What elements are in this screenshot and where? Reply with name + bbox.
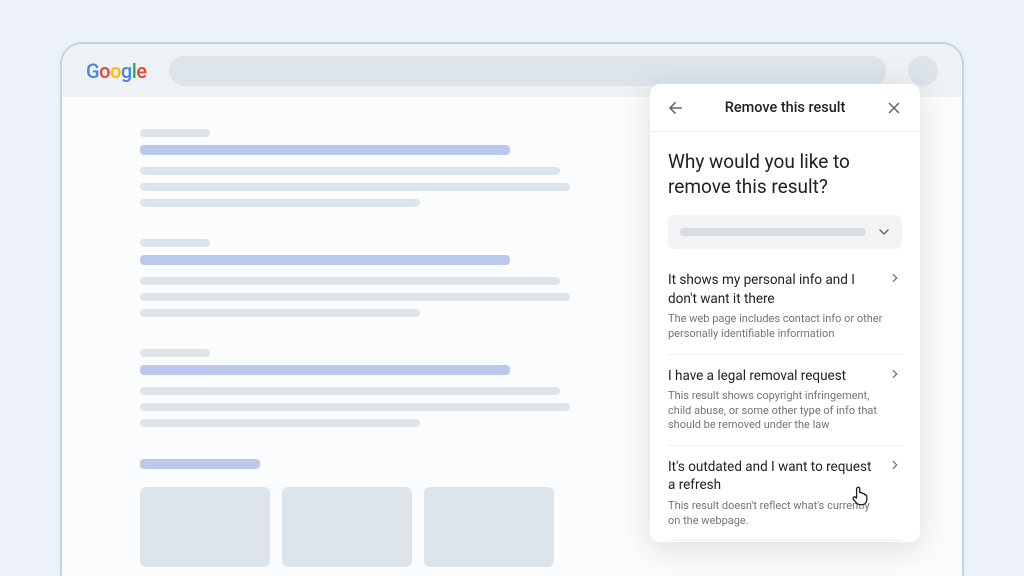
option-legal-request[interactable]: I have a legal removal request This resu… bbox=[668, 355, 902, 447]
option-title: It shows my personal info and I don't wa… bbox=[668, 271, 902, 307]
remove-result-panel: Remove this result Why would you like to… bbox=[650, 84, 920, 542]
option-desc: The web page includes contact info or ot… bbox=[668, 312, 902, 342]
panel-header: Remove this result bbox=[650, 84, 920, 132]
option-title: I have a legal removal request bbox=[668, 367, 902, 385]
chevron-right-icon bbox=[888, 271, 902, 285]
chevron-right-icon bbox=[888, 367, 902, 381]
avatar[interactable] bbox=[908, 56, 938, 86]
search-input[interactable] bbox=[169, 56, 886, 86]
close-icon bbox=[885, 99, 903, 117]
select-placeholder bbox=[680, 228, 866, 236]
option-outdated-refresh[interactable]: It's outdated and I want to request a re… bbox=[668, 446, 902, 541]
arrow-left-icon bbox=[667, 99, 685, 117]
option-desc: This result doesn't reflect what's curre… bbox=[668, 499, 902, 529]
option-desc: This result shows copyright infringement… bbox=[668, 389, 902, 434]
option-title: It's outdated and I want to request a re… bbox=[668, 458, 902, 494]
google-logo: Google bbox=[86, 59, 147, 83]
option-personal-info[interactable]: It shows my personal info and I don't wa… bbox=[668, 259, 902, 354]
panel-footer: Don't see what you need? Learn about oth… bbox=[668, 541, 902, 542]
panel-question: Why would you like to remove this result… bbox=[668, 150, 902, 199]
chevron-down-icon bbox=[876, 224, 892, 240]
chevron-right-icon bbox=[888, 458, 902, 472]
back-button[interactable] bbox=[664, 96, 688, 120]
reason-select[interactable] bbox=[668, 215, 902, 249]
close-button[interactable] bbox=[882, 96, 906, 120]
panel-title: Remove this result bbox=[725, 99, 846, 116]
panel-body: Why would you like to remove this result… bbox=[650, 132, 920, 542]
